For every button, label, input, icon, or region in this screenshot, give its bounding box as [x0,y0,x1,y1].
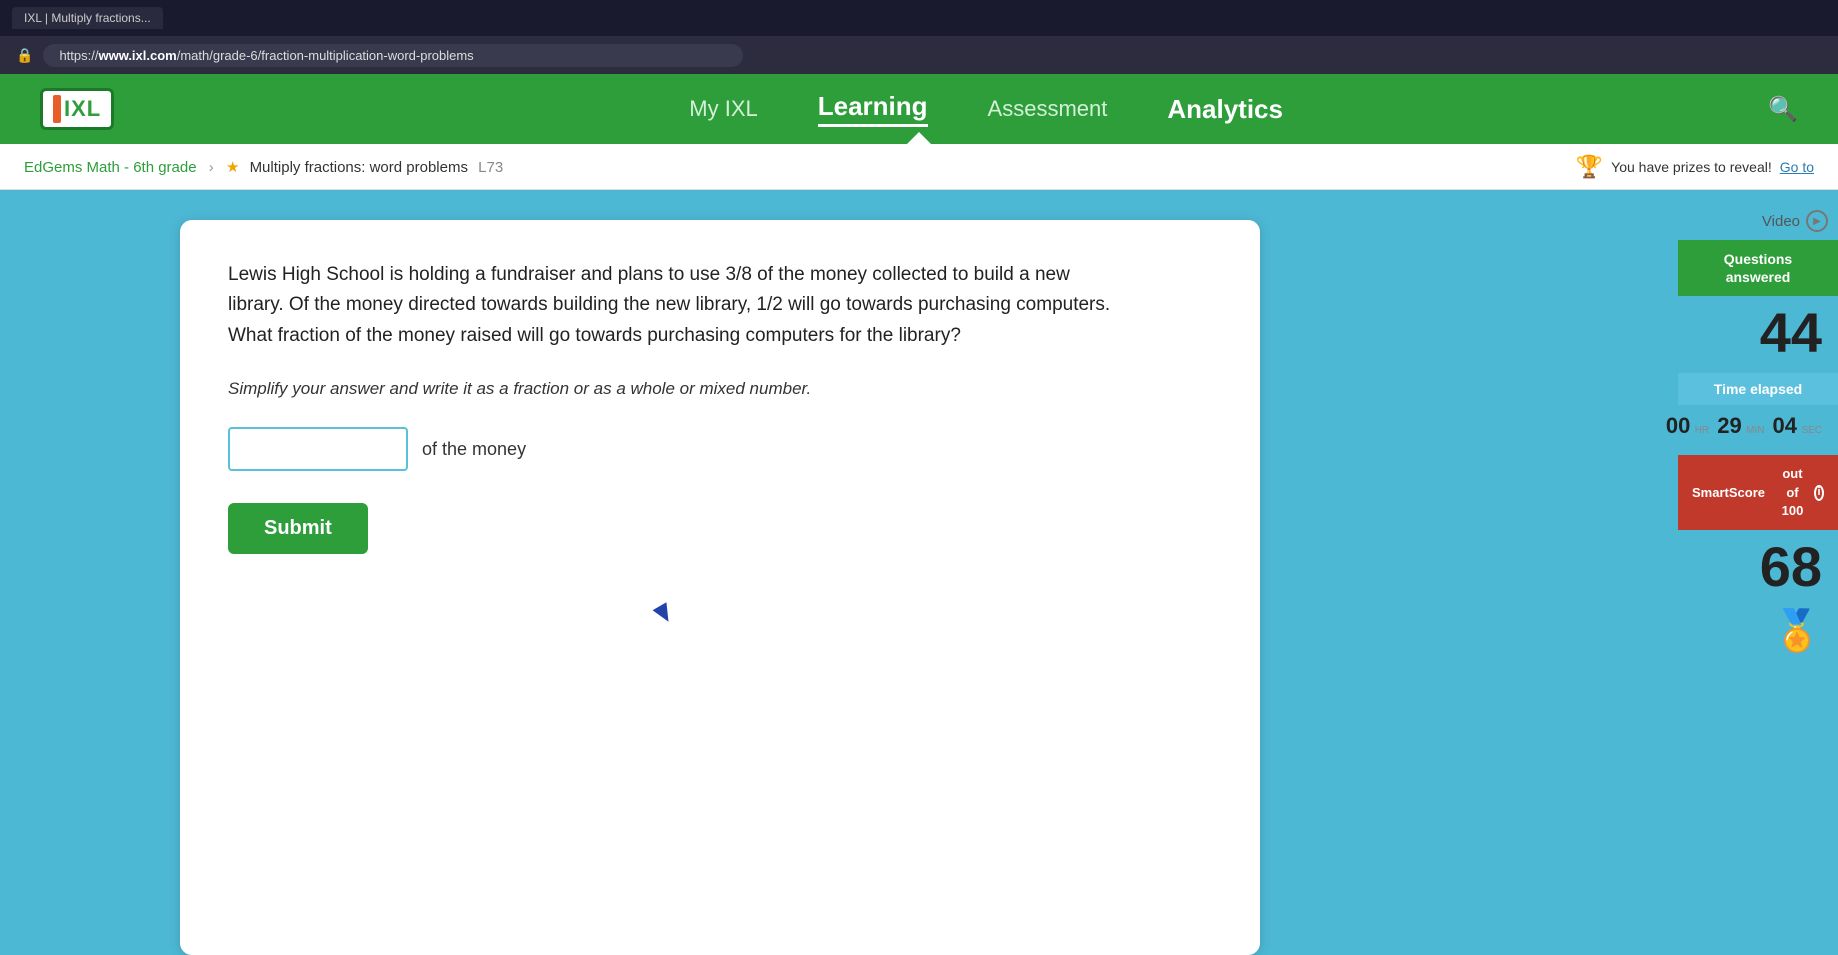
prize-link[interactable]: Go to [1780,159,1814,175]
time-seconds-label: sec [1801,425,1822,436]
search-icon[interactable]: 🔍 [1768,95,1798,124]
breadcrumb: EdGems Math - 6th grade › ★ Multiply fra… [24,158,503,176]
questions-answered-value: 44 [1760,300,1838,365]
address-prefix: https:// [59,48,98,63]
answer-input[interactable] [228,427,408,471]
main-content: Lewis High School is holding a fundraise… [0,190,1838,955]
breadcrumb-current: Multiply fractions: word problems [250,159,468,176]
cursor [653,602,676,626]
lock-icon: 🔒 [16,47,33,64]
address-bar-row: 🔒 https://www.ixl.com/math/grade-6/fract… [0,36,1838,74]
time-display: 00 hr 29 min 04 sec [1666,413,1838,439]
nav-link-learning[interactable]: Learning [818,91,928,127]
nav-link-analytics[interactable]: Analytics [1167,94,1283,125]
answer-row: of the money [228,427,1212,471]
submit-button[interactable]: Submit [228,503,368,554]
questions-answered-box: Questions answered [1678,240,1838,296]
answer-suffix: of the money [422,439,526,460]
nav-link-assessment[interactable]: Assessment [988,96,1108,122]
time-seconds-group: 04 sec [1773,413,1823,439]
breadcrumb-level: L73 [478,159,503,176]
address-path: /math/grade-6/fraction-multiplication-wo… [177,48,474,63]
smart-score-box: SmartScore out of 100 i [1678,455,1838,530]
time-minutes: 29 [1717,413,1741,438]
time-minutes-group: 29 min [1717,413,1764,439]
time-seconds: 04 [1773,413,1797,438]
time-hours: 00 [1666,413,1690,438]
browser-chrome: IXL | Multiply fractions... [0,0,1838,36]
medal-icon: 🏅 [1772,607,1838,654]
simplify-instruction: Simplify your answer and write it as a f… [228,379,1212,399]
time-elapsed-label: Time elapsed [1714,381,1802,397]
ixl-logo-bar [53,95,61,123]
smart-score-value: 68 [1760,534,1838,599]
nav-links: My IXL Learning Assessment Analytics [174,91,1798,127]
time-elapsed-box: Time elapsed [1678,373,1838,405]
prize-banner: 🏆 You have prizes to reveal! Go to [1576,154,1814,180]
breadcrumb-bar: EdGems Math - 6th grade › ★ Multiply fra… [0,144,1838,190]
right-panel: Video ▶ Questions answered 44 Time elaps… [1658,190,1838,654]
breadcrumb-separator: › [209,159,214,176]
video-play-icon: ▶ [1806,210,1828,232]
smart-score-sub: out of 100 [1777,465,1808,520]
question-text: Lewis High School is holding a fundraise… [228,260,1128,351]
questions-answered-label: Questions answered [1724,251,1792,285]
breadcrumb-parent[interactable]: EdGems Math - 6th grade [24,159,197,176]
info-icon[interactable]: i [1814,485,1824,501]
ixl-nav: IXL My IXL Learning Assessment Analytics… [0,74,1838,144]
time-hours-label: hr [1695,425,1709,436]
address-bar[interactable]: https://www.ixl.com/math/grade-6/fractio… [43,44,743,67]
time-hours-group: 00 hr [1666,413,1709,439]
prize-text: You have prizes to reveal! [1611,159,1772,175]
nav-link-my-ixl[interactable]: My IXL [689,96,757,122]
time-minutes-label: min [1746,425,1764,436]
ixl-logo-text: IXL [64,96,101,122]
video-label: Video [1762,213,1800,230]
smart-score-label: SmartScore [1692,484,1765,502]
address-domain: www.ixl.com [98,48,176,63]
nav-indicator [907,132,931,144]
trophy-icon: 🏆 [1576,154,1603,180]
ixl-logo[interactable]: IXL [40,88,114,130]
browser-tab[interactable]: IXL | Multiply fractions... [12,7,163,29]
breadcrumb-star: ★ [226,159,239,176]
question-card: Lewis High School is holding a fundraise… [180,220,1260,955]
video-button[interactable]: Video ▶ [1762,210,1828,232]
